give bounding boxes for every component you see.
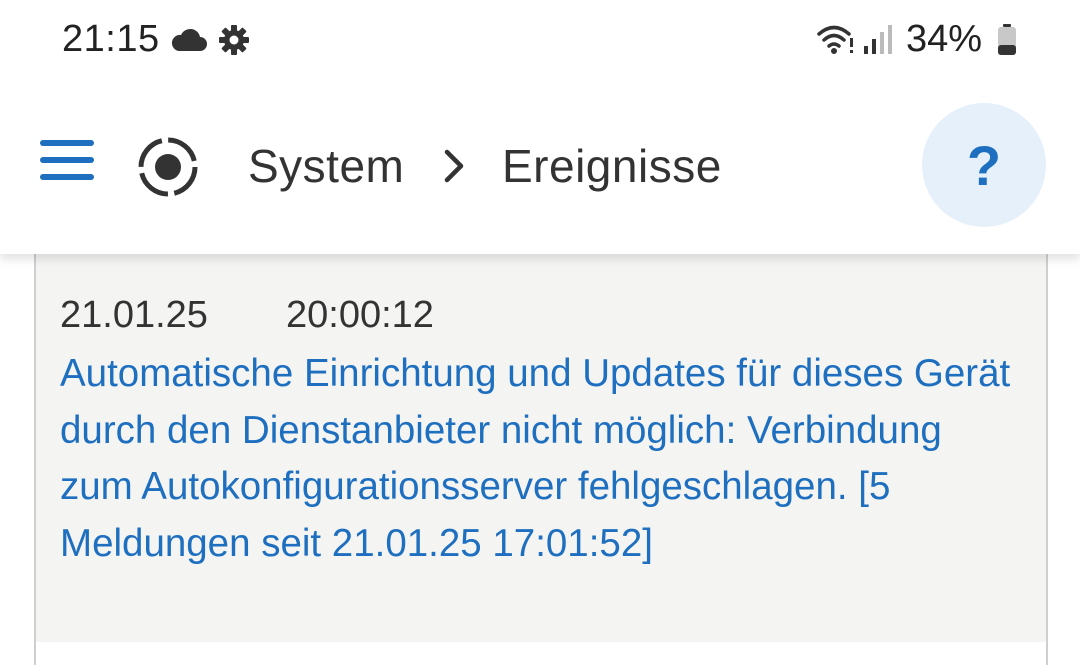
help-button[interactable]: ? <box>922 103 1046 227</box>
breadcrumb-system[interactable]: System <box>248 139 404 193</box>
wifi-icon <box>816 22 856 61</box>
event-date: 21.01.25 <box>60 294 208 336</box>
event-time: 20:00:12 <box>286 294 434 336</box>
hamburger-icon-bar <box>40 140 94 146</box>
status-bar: 21:15 34% <box>0 0 1080 82</box>
gear-icon <box>218 24 250 61</box>
battery-icon <box>996 24 1018 61</box>
battery-percent: 34% <box>906 18 983 60</box>
breadcrumb-events: Ereignisse <box>502 140 722 192</box>
event-message: Automatische Einrichtung und Updates für… <box>60 352 1011 565</box>
chevron-right-icon <box>438 146 470 191</box>
cloud-icon <box>170 28 208 57</box>
hamburger-icon-bar <box>40 157 94 163</box>
event-list: 21.01.25 20:00:12 Automatische Einrichtu… <box>34 254 1048 665</box>
record-icon <box>136 135 200 204</box>
menu-button[interactable] <box>40 140 94 180</box>
hamburger-icon-bar <box>40 174 94 180</box>
list-item[interactable]: 21.01.25 20:00:12 Automatische Einrichtu… <box>36 254 1046 642</box>
status-time: 21:15 <box>62 18 160 60</box>
signal-icon <box>862 24 894 61</box>
app-header: System Ereignisse ? <box>0 82 1080 254</box>
